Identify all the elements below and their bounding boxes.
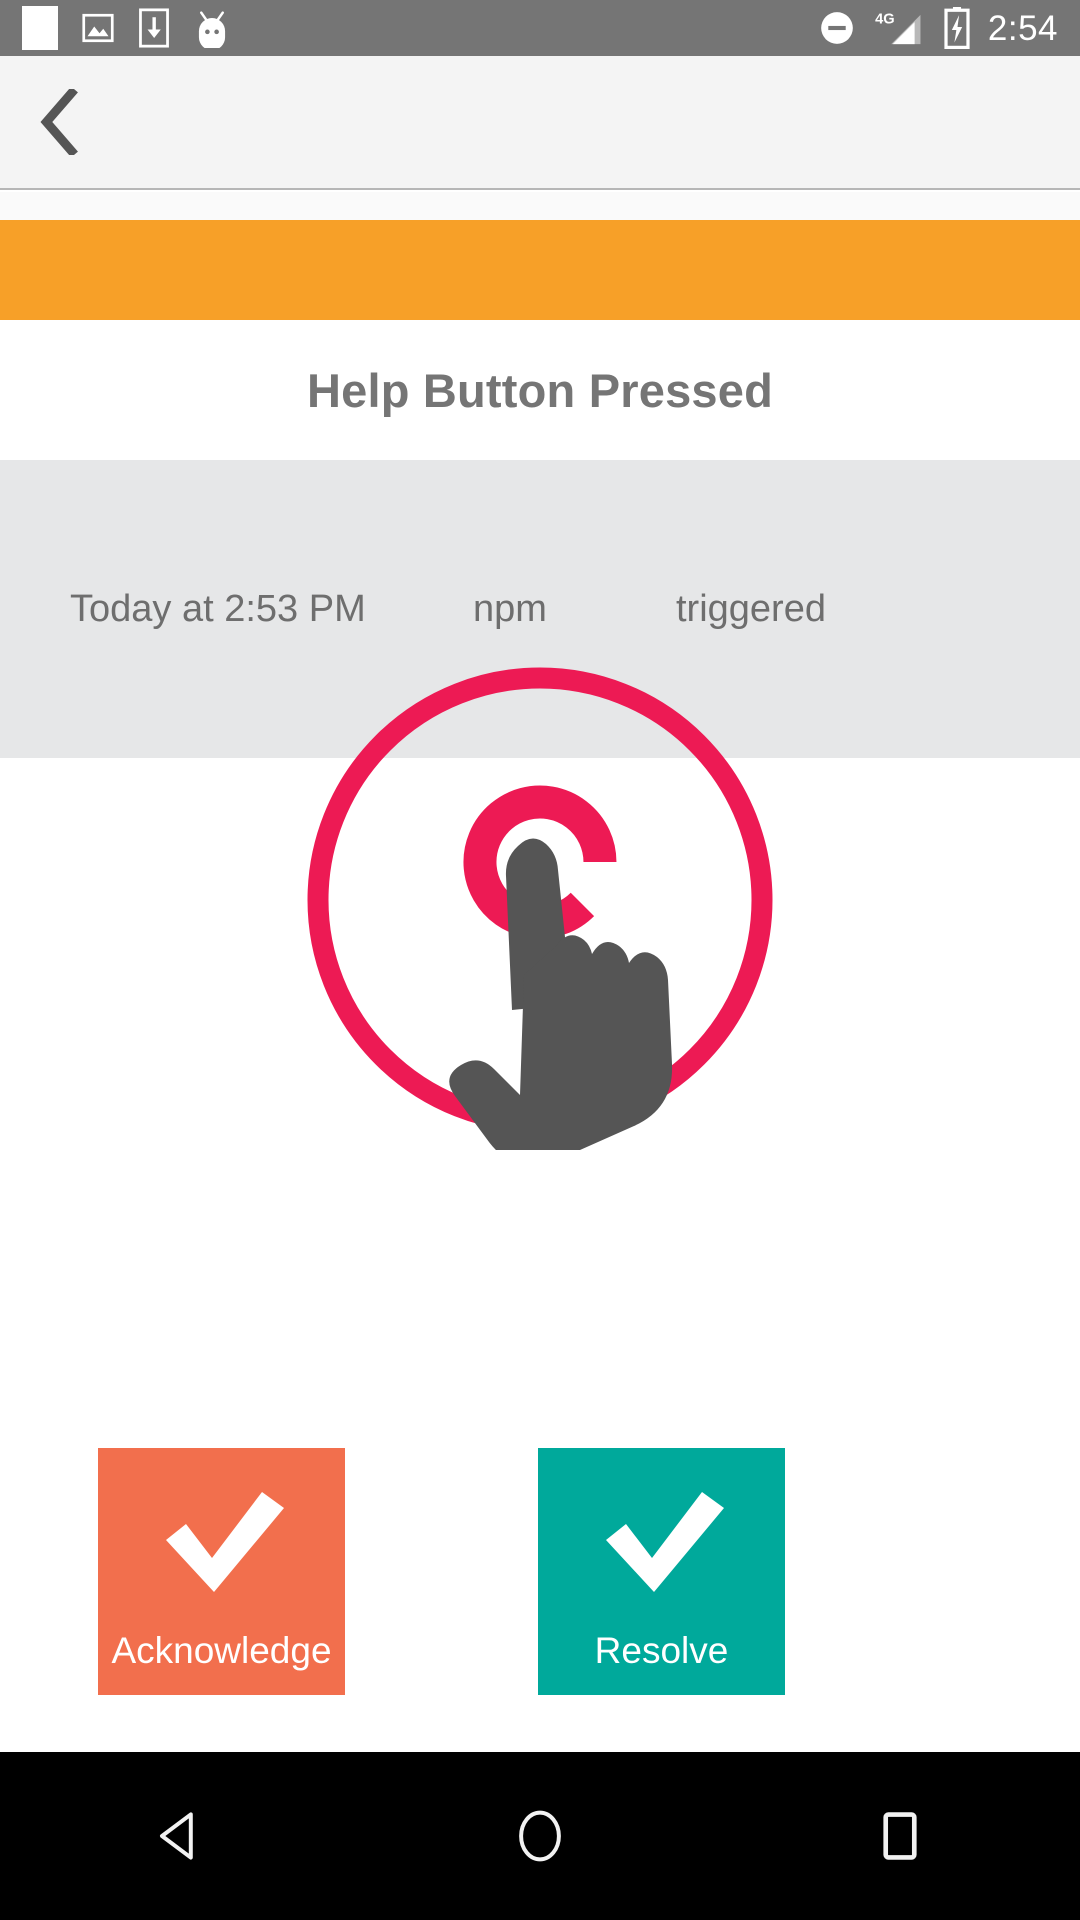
page-title: Help Button Pressed — [306, 363, 774, 417]
recents-square-icon — [883, 1812, 917, 1860]
status-bar-left-icons — [0, 6, 232, 50]
nav-home-button[interactable] — [420, 1752, 660, 1920]
android-head-icon — [198, 11, 226, 48]
do-not-disturb-icon — [821, 12, 853, 44]
phone-screen: 4G 2:54 Help Button Pressed Today at 2:5… — [0, 0, 1080, 1920]
alert-title-container: Help Button Pressed — [0, 320, 1080, 460]
status-bar-right-icons: 4G 2:54 — [818, 7, 1080, 49]
status-bar: 4G 2:54 — [0, 0, 1080, 56]
back-button[interactable] — [0, 55, 120, 189]
alert-source: npm — [473, 587, 547, 630]
app-bar-spacer — [0, 192, 1080, 220]
blank-notification-icon — [22, 6, 58, 50]
acknowledge-label: Acknowledge — [111, 1630, 332, 1671]
back-triangle-icon — [160, 1812, 193, 1860]
android-nav-bar — [0, 1752, 1080, 1920]
home-circle-icon — [519, 1810, 561, 1862]
hero-illustration — [0, 667, 1080, 1448]
severity-stripe — [0, 220, 1080, 320]
action-buttons: Acknowledge Resolve — [0, 1448, 1080, 1760]
download-to-device-icon — [139, 8, 169, 48]
nav-back-button[interactable] — [60, 1752, 300, 1920]
status-bar-clock: 2:54 — [987, 8, 1058, 48]
check-icon — [165, 1492, 284, 1592]
app-bar — [0, 56, 1080, 190]
nav-recents-button[interactable] — [780, 1752, 1020, 1920]
signal-4g-icon: 4G — [875, 12, 921, 45]
chevron-left-icon — [40, 89, 78, 155]
svg-text:4G: 4G — [875, 12, 895, 28]
resolve-check-wrap — [592, 1448, 732, 1632]
alert-timestamp: Today at 2:53 PM — [70, 587, 366, 630]
resolve-label: Resolve — [594, 1630, 729, 1671]
acknowledge-button[interactable]: Acknowledge — [98, 1448, 345, 1695]
resolve-button[interactable]: Resolve — [538, 1448, 785, 1695]
tap-gesture-icon — [307, 667, 773, 1150]
acknowledge-check-wrap — [152, 1448, 292, 1632]
status-badge: triggered — [676, 587, 826, 630]
check-icon — [605, 1492, 724, 1592]
battery-charging-icon — [944, 7, 970, 49]
image-icon — [82, 13, 114, 43]
